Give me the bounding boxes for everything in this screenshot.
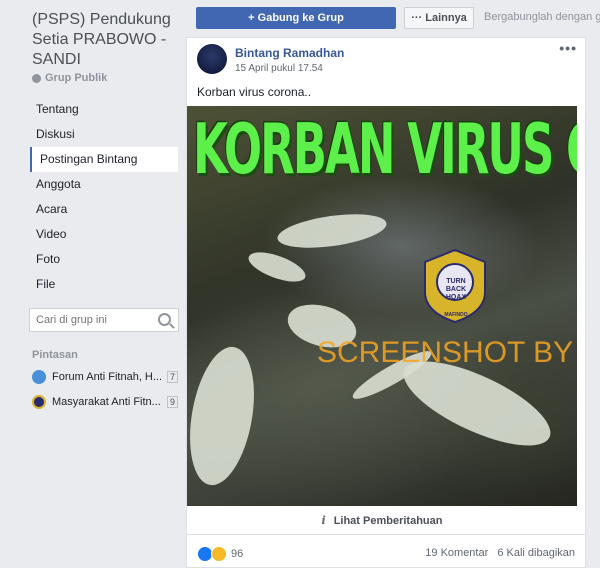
post-options-icon[interactable]: ••• [559,40,577,56]
group-privacy: Grup Publik [32,72,107,84]
author-avatar[interactable] [197,44,227,74]
divider [187,534,585,535]
info-icon: i [321,514,326,527]
left-sidebar: (PSPS) Pendukung Setia PRABOWO - SANDI G… [0,0,186,568]
reactions-summary[interactable]: 96 [197,546,243,562]
search-input[interactable] [30,309,158,331]
group-nav: Tentang Diskusi Postingan Bintang Anggot… [30,97,178,297]
post-timestamp[interactable]: 15 April pukul 17.54 [235,63,323,74]
screenshot-watermark: SCREENSHOT BY [317,336,574,369]
group-type-label: Grup Publik [45,72,108,84]
nav-item-file[interactable]: File [30,272,178,297]
group-title[interactable]: (PSPS) Pendukung Setia PRABOWO - SANDI [32,10,182,70]
shortcut-label: Forum Anti Fitnah, H... [52,371,163,383]
nav-item-anggota[interactable]: Anggota [30,172,178,197]
badge-label: TURN BACK HOAX [445,278,467,301]
invite-text: Bergabunglah dengan grup [484,11,600,23]
post-card: Bintang Ramadhan 15 April pukul 17.54 ••… [186,37,586,568]
badge-org-label: MAFINDO [444,312,468,318]
group-search [29,308,179,332]
comments-count[interactable]: 19 Komentar [425,547,488,559]
shortcut-count-badge: 7 [166,371,178,383]
search-icon[interactable] [158,313,171,326]
shortcut-item[interactable]: Masyarakat Anti Fitn... 9 [32,394,178,410]
group-avatar-icon [32,370,46,384]
shortcut-count-badge: 9 [166,396,178,408]
image-headline: KORBAN VIRUS CORONA [193,108,577,191]
shortcut-label: Masyarakat Anti Fitn... [52,396,161,408]
notice-label: Lihat Pemberitahuan [333,515,443,527]
nav-item-postingan-bintang[interactable]: Postingan Bintang [30,147,178,172]
nav-item-foto[interactable]: Foto [30,247,178,272]
haha-reaction-icon [211,546,227,562]
nav-item-video[interactable]: Video [30,222,178,247]
see-notice-link[interactable]: i Lihat Pemberitahuan [187,514,577,527]
engagement-counts: 19 Komentar 6 Kali dibagikan [419,547,575,559]
globe-icon [32,73,41,83]
post-text: Korban virus corona.. [197,85,312,99]
nav-item-acara[interactable]: Acara [30,197,178,222]
nav-item-diskusi[interactable]: Diskusi [30,122,178,147]
shortcut-item[interactable]: Forum Anti Fitnah, H... 7 [32,369,178,385]
reactions-count: 96 [231,548,244,560]
group-avatar-icon [32,395,46,409]
join-group-button[interactable]: + Gabung ke Grup [196,7,396,29]
post-image[interactable]: KORBAN VIRUS CORONA TURN BACK HOAX MAFIN… [187,106,577,506]
more-button[interactable]: ··· Lainnya [404,7,474,29]
nav-item-tentang[interactable]: Tentang [30,97,178,122]
post-author[interactable]: Bintang Ramadhan [235,46,344,60]
shortcuts-heading: Pintasan [32,349,78,361]
shares-count[interactable]: 6 Kali dibagikan [497,547,575,559]
